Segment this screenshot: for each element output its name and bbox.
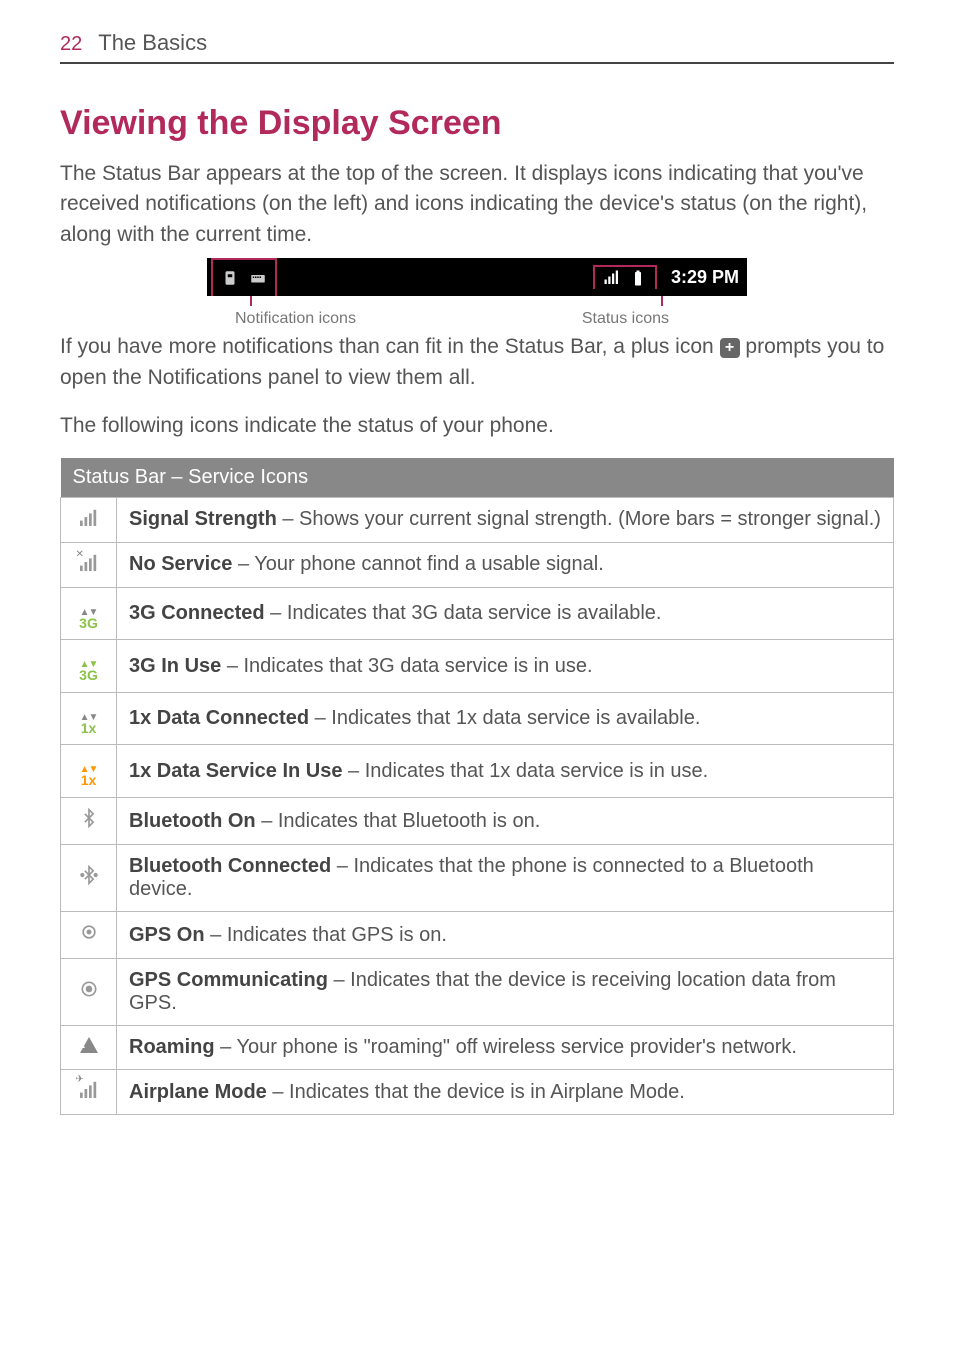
table-row: ▲▼1x1x Data Service In Use – Indicates t… xyxy=(61,745,894,798)
description-cell: GPS Communicating – Indicates that the d… xyxy=(117,959,894,1026)
description-cell: Bluetooth On – Indicates that Bluetooth … xyxy=(117,798,894,845)
statusbar-mock: 3:29 PM xyxy=(207,258,747,296)
status-area xyxy=(593,265,657,289)
description-cell: No Service – Your phone cannot find a us… xyxy=(117,542,894,587)
bt-on-icon xyxy=(61,798,117,845)
signal-icon xyxy=(61,497,117,542)
service-icons-table: Status Bar – Service Icons Signal Streng… xyxy=(60,458,894,1115)
para2-text-a: If you have more notifications than can … xyxy=(60,335,720,358)
description-cell: GPS On – Indicates that GPS is on. xyxy=(117,912,894,959)
bt-conn-icon xyxy=(61,845,117,912)
table-row: Signal Strength – Shows your current sig… xyxy=(61,497,894,542)
table-row: ▲▼3G3G Connected – Indicates that 3G dat… xyxy=(61,587,894,640)
plus-icon-paragraph: If you have more notifications than can … xyxy=(60,332,894,393)
table-row: ✕No Service – Your phone cannot find a u… xyxy=(61,542,894,587)
table-row: Bluetooth On – Indicates that Bluetooth … xyxy=(61,798,894,845)
1x-use-icon: ▲▼1x xyxy=(61,745,117,798)
lead-in-paragraph: The following icons indicate the status … xyxy=(60,411,894,441)
clock: 3:29 PM xyxy=(667,267,743,288)
status-area-wrapper: 3:29 PM xyxy=(593,265,743,289)
page-title: Viewing the Display Screen xyxy=(60,104,894,143)
keyboard-icon xyxy=(249,269,267,287)
description-cell: 1x Data Service In Use – Indicates that … xyxy=(117,745,894,798)
roaming-icon xyxy=(61,1026,117,1070)
page-header: 22 The Basics xyxy=(60,30,894,64)
signal-icon xyxy=(603,269,621,287)
1x-conn-icon: ▲▼1x xyxy=(61,692,117,745)
gps-on-icon xyxy=(61,912,117,959)
table-row: GPS Communicating – Indicates that the d… xyxy=(61,959,894,1026)
table-row: ▲▼1x1x Data Connected – Indicates that 1… xyxy=(61,692,894,745)
3g-conn-icon: ▲▼3G xyxy=(61,587,117,640)
sim-icon xyxy=(221,269,239,287)
page-number: 22 xyxy=(60,33,82,56)
section-title: The Basics xyxy=(98,30,207,56)
table-row: GPS On – Indicates that GPS is on. xyxy=(61,912,894,959)
caption-notification: Notification icons xyxy=(235,310,356,328)
description-cell: Roaming – Your phone is "roaming" off wi… xyxy=(117,1026,894,1070)
gps-comm-icon xyxy=(61,959,117,1026)
table-row: Roaming – Your phone is "roaming" off wi… xyxy=(61,1026,894,1070)
3g-use-icon: ▲▼3G xyxy=(61,640,117,693)
statusbar-figure: 3:29 PM Notification icons Status icons xyxy=(207,258,747,328)
description-cell: 3G In Use – Indicates that 3G data servi… xyxy=(117,640,894,693)
table-row: ✈Airplane Mode – Indicates that the devi… xyxy=(61,1070,894,1115)
airplane-icon: ✈ xyxy=(61,1070,117,1115)
battery-icon xyxy=(629,269,647,287)
no-service-icon: ✕ xyxy=(61,542,117,587)
table-row: ▲▼3G3G In Use – Indicates that 3G data s… xyxy=(61,640,894,693)
description-cell: Airplane Mode – Indicates that the devic… xyxy=(117,1070,894,1115)
figure-captions: Notification icons Status icons xyxy=(207,310,747,328)
description-cell: 3G Connected – Indicates that 3G data se… xyxy=(117,587,894,640)
table-header: Status Bar – Service Icons xyxy=(61,458,894,498)
description-cell: Bluetooth Connected – Indicates that the… xyxy=(117,845,894,912)
description-cell: Signal Strength – Shows your current sig… xyxy=(117,497,894,542)
description-cell: 1x Data Connected – Indicates that 1x da… xyxy=(117,692,894,745)
plus-icon: + xyxy=(720,338,740,358)
intro-paragraph: The Status Bar appears at the top of the… xyxy=(60,159,894,250)
caption-status: Status icons xyxy=(582,310,669,328)
notification-area xyxy=(211,258,277,296)
table-row: Bluetooth Connected – Indicates that the… xyxy=(61,845,894,912)
